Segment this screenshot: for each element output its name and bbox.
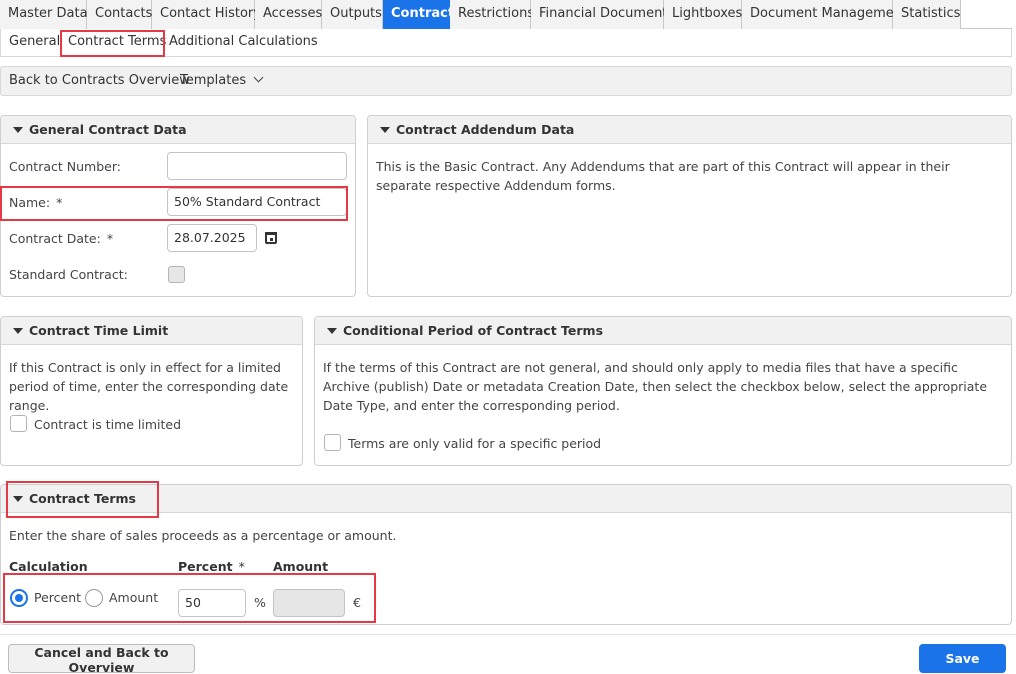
time-limited-checkbox[interactable] — [10, 415, 27, 432]
contract-time-limit-panel: Contract Time Limit If this Contract is … — [0, 316, 303, 466]
conditional-period-panel: Conditional Period of Contract Terms If … — [314, 316, 1012, 466]
back-to-overview-link[interactable]: Back to Contracts Overview — [9, 73, 190, 88]
tab-outputs[interactable]: Outputs — [322, 0, 383, 29]
footer-bar: Cancel and Back to Overview Save — [0, 634, 1016, 674]
percent-header: Percent * — [178, 559, 245, 574]
collapse-caret-icon[interactable] — [380, 127, 390, 133]
panel-title: Contract Time Limit — [29, 323, 169, 338]
tab-contact-history[interactable]: Contact History — [152, 0, 261, 29]
panel-title: Contract Addendum Data — [396, 122, 575, 137]
sub-tab-bar: General Contract Terms Additional Calcul… — [0, 29, 1012, 57]
tab-statistics[interactable]: Statistics — [893, 0, 961, 29]
save-button[interactable]: Save — [919, 644, 1006, 673]
tab-accesses[interactable]: Accesses — [255, 0, 322, 29]
calculation-header: Calculation — [9, 559, 88, 574]
templates-dropdown[interactable]: Templates — [180, 72, 264, 88]
panel-title: Contract Terms — [29, 491, 136, 506]
tab-restrictions[interactable]: Restrictions — [450, 0, 534, 29]
subtab-additional-calculations[interactable]: Additional Calculations — [169, 34, 318, 49]
panel-title: General Contract Data — [29, 122, 187, 137]
name-input[interactable]: 50% Standard Contract — [167, 188, 347, 216]
terms-intro: Enter the share of sales proceeds as a p… — [9, 528, 397, 543]
collapse-caret-icon[interactable] — [13, 328, 23, 334]
amount-radio[interactable] — [85, 589, 103, 607]
addendum-description: This is the Basic Contract. Any Addendum… — [376, 159, 950, 193]
tab-document-management[interactable]: Document Management — [742, 0, 907, 29]
standard-contract-label: Standard Contract: — [9, 267, 128, 282]
time-limit-description: If this Contract is only in effect for a… — [9, 360, 289, 413]
templates-label: Templates — [180, 73, 247, 88]
subtab-contract-terms[interactable]: Contract Terms — [68, 34, 166, 49]
collapse-caret-icon[interactable] — [327, 328, 337, 334]
collapse-caret-icon[interactable] — [13, 496, 23, 502]
tab-contract[interactable]: Contract — [383, 0, 454, 29]
calendar-icon[interactable] — [265, 232, 277, 244]
currency-symbol: € — [353, 595, 361, 610]
contract-number-input[interactable] — [167, 152, 347, 180]
collapse-caret-icon[interactable] — [13, 127, 23, 133]
panel-title: Conditional Period of Contract Terms — [343, 323, 604, 338]
tab-contacts[interactable]: Contacts — [87, 0, 152, 29]
panel-header[interactable]: Contract Addendum Data — [368, 116, 1011, 144]
contract-terms-panel: Contract Terms Enter the share of sales … — [0, 484, 1012, 625]
name-label: Name: * — [9, 195, 63, 210]
chevron-down-icon — [253, 72, 264, 83]
contract-number-label: Contract Number: — [9, 159, 121, 174]
main-tab-bar: Master Data Contacts Contact History Acc… — [0, 0, 1012, 29]
contract-addendum-panel: Contract Addendum Data This is the Basic… — [367, 115, 1012, 297]
panel-header[interactable]: Contract Time Limit — [1, 317, 302, 345]
amount-input[interactable] — [273, 589, 345, 617]
percent-input[interactable]: 50 — [178, 589, 246, 617]
amount-header: Amount — [273, 559, 329, 574]
conditional-description: If the terms of this Contract are not ge… — [323, 360, 988, 413]
tab-financial-documents[interactable]: Financial Documents — [531, 0, 674, 29]
cancel-back-button[interactable]: Cancel and Back to Overview — [8, 644, 195, 674]
contract-date-input[interactable]: 28.07.2025 — [167, 224, 257, 252]
panel-header[interactable]: Conditional Period of Contract Terms — [315, 317, 1011, 345]
time-limited-label: Contract is time limited — [34, 417, 182, 432]
toolbar: Back to Contracts Overview Templates — [0, 66, 1012, 96]
contract-date-label: Contract Date: * — [9, 231, 114, 246]
subtab-general[interactable]: General — [9, 34, 60, 49]
tab-master-data[interactable]: Master Data — [0, 0, 88, 29]
standard-contract-checkbox[interactable] — [168, 266, 185, 283]
percent-unit: % — [254, 595, 266, 610]
tab-lightboxes[interactable]: Lightboxes — [664, 0, 742, 29]
percent-radio-label: Percent — [34, 590, 82, 605]
panel-header[interactable]: Contract Terms — [1, 485, 1011, 513]
specific-period-label: Terms are only valid for a specific peri… — [348, 436, 602, 451]
panel-header[interactable]: General Contract Data — [1, 116, 355, 144]
amount-radio-label: Amount — [109, 590, 159, 605]
percent-radio[interactable] — [10, 589, 28, 607]
specific-period-checkbox[interactable] — [324, 434, 341, 451]
general-contract-data-panel: General Contract Data Contract Number: N… — [0, 115, 356, 297]
